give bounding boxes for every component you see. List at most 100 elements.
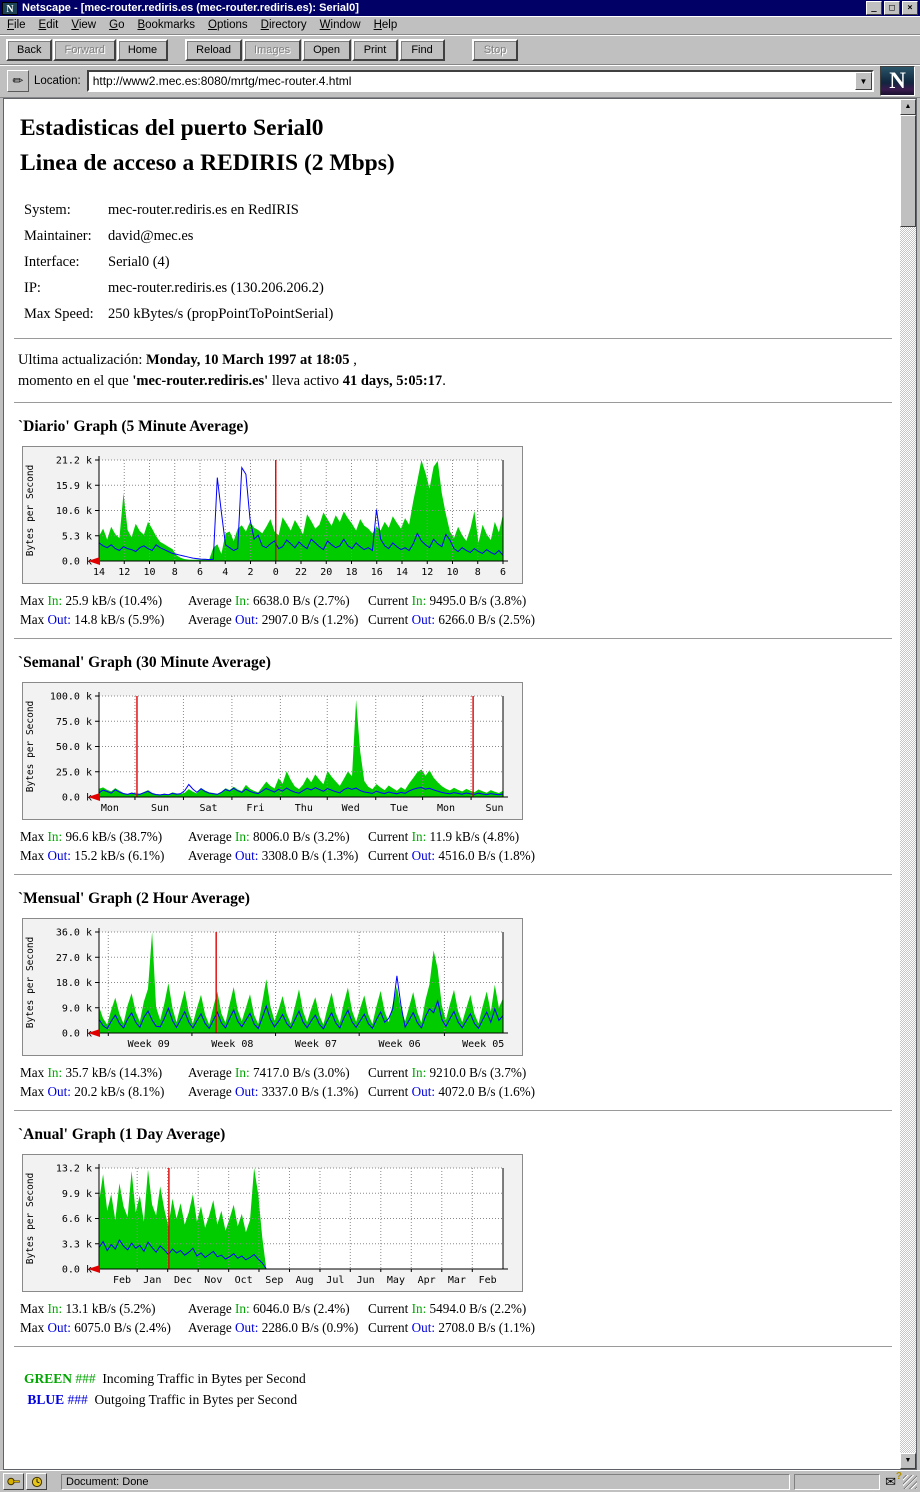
print-button[interactable]: Print [352, 39, 398, 61]
menu-bookmarks[interactable]: Bookmarks [137, 19, 195, 31]
scroll-up-icon[interactable]: ▲ [900, 99, 916, 115]
svg-text:18.0 k: 18.0 k [56, 978, 92, 989]
svg-text:20: 20 [320, 567, 332, 578]
svg-text:50.0 k: 50.0 k [56, 742, 92, 753]
table-row: Interface:Serial0 (4) [24, 250, 333, 276]
daily-graph-image: 21.2 k15.9 k10.6 k5.3 k0.0 k141210864202… [22, 446, 523, 584]
svg-text:15.9 k: 15.9 k [56, 480, 92, 491]
reload-button[interactable]: Reload [185, 39, 242, 61]
vertical-scrollbar[interactable]: ▲ ▼ [900, 99, 916, 1469]
svg-text:10.6 k: 10.6 k [56, 506, 92, 517]
title-bar: N Netscape - [mec-router.rediris.es (mec… [0, 0, 920, 16]
menu-directory[interactable]: Directory [261, 19, 307, 31]
divider [14, 338, 892, 340]
location-label: Location: [34, 75, 81, 87]
content-frame: Estadisticas del puerto Serial0 Linea de… [3, 98, 917, 1470]
system-info-table: System:mec-router.rediris.es en RedIRIS … [24, 198, 333, 328]
svg-text:0: 0 [273, 567, 279, 578]
forward-button: Forward [53, 39, 115, 61]
divider [14, 1346, 892, 1348]
status-bar: Document: Done ✉? [0, 1470, 920, 1492]
svg-text:6.6 k: 6.6 k [62, 1214, 92, 1225]
monthly-section-title: `Mensual' Graph (2 Hour Average) [18, 890, 892, 908]
netscape-logo[interactable]: N [880, 66, 915, 96]
weekly-graph-image: 100.0 k75.0 k50.0 k25.0 k0.0 kMonSunSatF… [22, 682, 523, 820]
svg-text:8: 8 [475, 567, 481, 578]
location-input[interactable]: http://www2.mec.es:8080/mrtg/mec-router.… [87, 70, 874, 92]
svg-text:10: 10 [143, 567, 155, 578]
svg-text:May: May [387, 1275, 405, 1286]
svg-text:0.0 k: 0.0 k [62, 1264, 92, 1275]
svg-text:10: 10 [446, 567, 458, 578]
svg-text:Bytes per Second: Bytes per Second [25, 700, 36, 792]
divider [14, 638, 892, 640]
svg-text:12: 12 [118, 567, 130, 578]
minimize-button[interactable]: _ [866, 1, 882, 15]
table-row: Max Speed:250 kBytes/s (propPointToPoint… [24, 302, 333, 328]
menu-window[interactable]: Window [320, 19, 361, 31]
resize-grip[interactable] [903, 1475, 917, 1489]
close-button[interactable]: × [902, 1, 918, 15]
page-title: Estadisticas del puerto Serial0 Linea de… [20, 111, 892, 182]
svg-text:Aug: Aug [296, 1275, 314, 1286]
location-dropdown-icon[interactable]: ▼ [855, 72, 872, 90]
window-title: Netscape - [mec-router.rediris.es (mec-r… [22, 2, 864, 14]
menu-help[interactable]: Help [374, 19, 398, 31]
divider [14, 402, 892, 404]
svg-text:Sat: Sat [199, 803, 217, 814]
legend-outgoing: BLUE ### Outgoing Traffic in Bytes per S… [24, 1389, 892, 1411]
table-row: Maintainer:david@mec.es [24, 224, 333, 250]
menu-go[interactable]: Go [109, 19, 124, 31]
location-bar: ✏ Location: http://www2.mec.es:8080/mrtg… [0, 65, 920, 98]
security-key-icon[interactable] [3, 1473, 24, 1490]
svg-text:75.0 k: 75.0 k [56, 716, 92, 727]
menu-file[interactable]: File [7, 19, 26, 31]
svg-text:Jun: Jun [357, 1275, 375, 1286]
home-button[interactable]: Home [117, 39, 168, 61]
legend-incoming: GREEN ### Incoming Traffic in Bytes per … [24, 1368, 892, 1390]
location-pen-icon: ✏ [7, 70, 29, 92]
svg-text:Sun: Sun [485, 803, 503, 814]
svg-text:25.0 k: 25.0 k [56, 767, 92, 778]
table-row: System:mec-router.rediris.es en RedIRIS [24, 198, 333, 224]
svg-text:Feb: Feb [479, 1275, 497, 1286]
menu-view[interactable]: View [71, 19, 96, 31]
svg-text:Mar: Mar [448, 1275, 466, 1286]
monthly-stats: Max In: 35.7 kB/s (14.3%) Average In: 74… [20, 1065, 540, 1100]
mail-icon[interactable]: ✉? [885, 1474, 896, 1490]
maximize-button[interactable]: □ [884, 1, 900, 15]
svg-text:13.2 k: 13.2 k [56, 1163, 92, 1174]
last-updated: Ultima actualización: Monday, 10 March 1… [18, 350, 892, 392]
stop-button: Stop [472, 39, 518, 61]
open-button[interactable]: Open [302, 39, 351, 61]
svg-text:5.3 k: 5.3 k [62, 531, 92, 542]
svg-text:Jul: Jul [326, 1275, 344, 1286]
svg-text:8: 8 [172, 567, 178, 578]
back-button[interactable]: Back [6, 39, 52, 61]
svg-text:Bytes per Second: Bytes per Second [25, 1172, 36, 1264]
scrollbar-thumb[interactable] [900, 115, 916, 227]
yearly-stats: Max In: 13.1 kB/s (5.2%) Average In: 604… [20, 1301, 540, 1336]
menu-edit[interactable]: Edit [39, 19, 59, 31]
svg-text:6: 6 [197, 567, 203, 578]
netscape-window-icon: N [2, 2, 18, 15]
find-button[interactable]: Find [399, 39, 445, 61]
svg-text:0.0 k: 0.0 k [62, 792, 92, 803]
svg-text:Sep: Sep [265, 1275, 283, 1286]
svg-text:14: 14 [93, 567, 105, 578]
svg-text:18: 18 [345, 567, 357, 578]
svg-text:21.2 k: 21.2 k [56, 455, 92, 466]
scroll-down-icon[interactable]: ▼ [900, 1453, 916, 1469]
svg-text:Apr: Apr [418, 1275, 436, 1286]
svg-text:Tue: Tue [390, 803, 408, 814]
svg-text:0.0 k: 0.0 k [62, 1028, 92, 1039]
svg-text:0.0 k: 0.0 k [62, 556, 92, 567]
svg-text:Week 08: Week 08 [211, 1039, 253, 1050]
svg-text:Feb: Feb [113, 1275, 131, 1286]
svg-text:Oct: Oct [235, 1275, 253, 1286]
status-text: Document: Done [61, 1474, 790, 1490]
menu-options[interactable]: Options [208, 19, 248, 31]
svg-text:36.0 k: 36.0 k [56, 927, 92, 938]
svg-text:100.0 k: 100.0 k [50, 691, 92, 702]
location-url[interactable]: http://www2.mec.es:8080/mrtg/mec-router.… [89, 74, 855, 88]
